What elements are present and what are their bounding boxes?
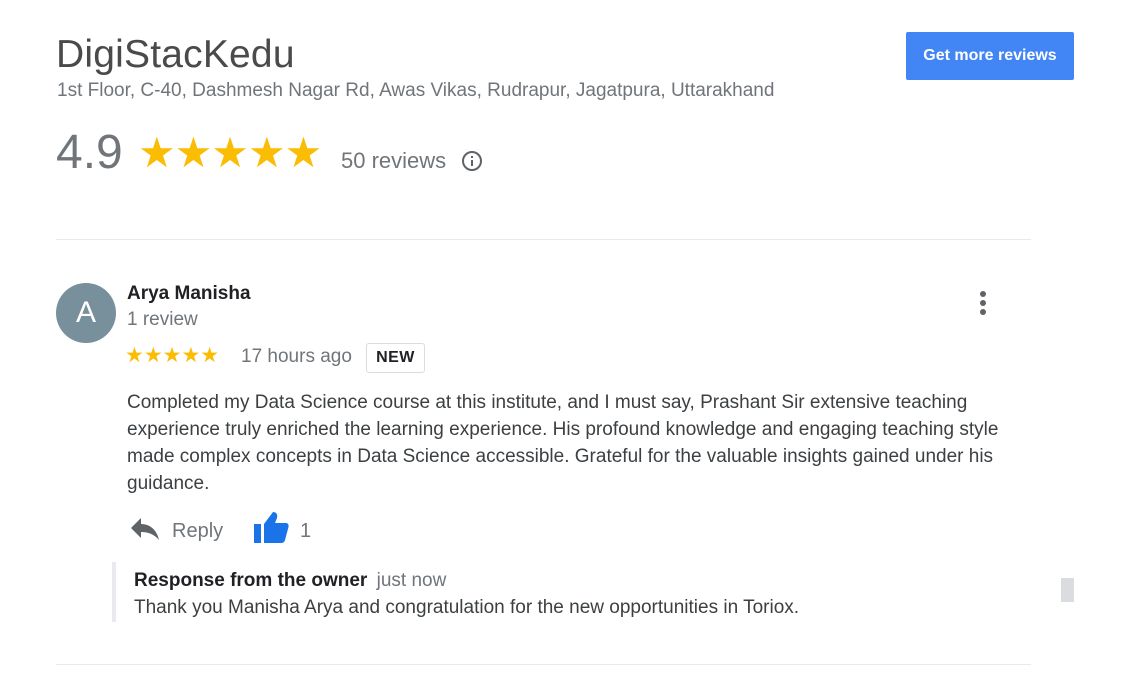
avatar[interactable]: A (56, 283, 116, 343)
reviewer-name[interactable]: Arya Manisha (127, 283, 251, 305)
business-address: 1st Floor, C-40, Dashmesh Nagar Rd, Awas… (57, 80, 775, 101)
thumbs-up-icon (254, 512, 289, 543)
divider (56, 239, 1031, 240)
reply-button[interactable]: Reply (128, 512, 228, 548)
business-name: DigiStacKedu (56, 33, 295, 76)
reply-arrow-icon (131, 518, 159, 540)
average-rating: 4.9 (56, 126, 123, 179)
average-rating-stars: ★★★★★ (138, 129, 322, 176)
review-count: 50 reviews (341, 148, 447, 173)
review-text: Completed my Data Science course at this… (127, 392, 999, 494)
like-count: 1 (300, 520, 312, 542)
get-more-reviews-button[interactable]: Get more reviews (906, 32, 1074, 80)
like-button[interactable]: 1 (252, 508, 322, 548)
review-stars: ★★★★★ (125, 344, 220, 367)
owner-response-title: Response from the owner (134, 570, 368, 591)
more-vert-icon[interactable] (970, 288, 996, 320)
reply-label: Reply (172, 520, 224, 542)
rating-summary: 4.9 ★★★★★ 50 reviews (56, 124, 656, 184)
reviewer-review-count: 1 review (127, 309, 198, 330)
owner-response-text: Thank you Manisha Arya and congratulatio… (134, 597, 800, 618)
new-badge: NEW (366, 343, 425, 373)
owner-response-time: just now (376, 570, 447, 591)
info-circle-icon[interactable] (461, 150, 483, 172)
review-time: 17 hours ago (241, 346, 352, 367)
owner-response-header: Response from the owner just now (134, 570, 446, 592)
divider (56, 664, 1031, 665)
owner-response: Response from the owner just now Thank y… (112, 562, 1016, 622)
scrollbar-thumb[interactable] (1061, 578, 1074, 602)
